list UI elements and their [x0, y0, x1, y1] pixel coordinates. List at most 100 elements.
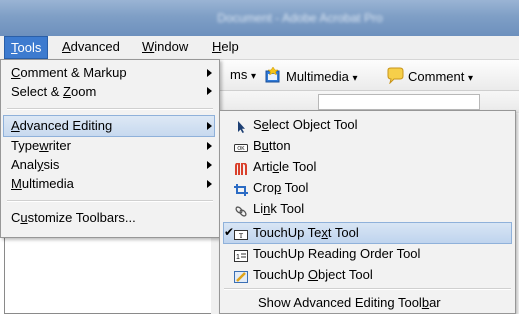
customize-label-pre: C: [11, 210, 21, 225]
menu-help-label: elp: [221, 39, 239, 54]
menu-item-select-zoom[interactable]: Select & Zoom: [11, 82, 96, 102]
menu-item-touchup-text-tool[interactable]: T TouchUp Text Tool: [234, 223, 359, 243]
button-tool-icon: OK: [234, 140, 248, 152]
menu-item-button[interactable]: OK Button: [234, 136, 291, 156]
typewriter-label: riter: [48, 138, 71, 153]
menu-window[interactable]: Window: [136, 36, 194, 59]
advanced-editing-accelerator: A: [11, 118, 20, 133]
analysis-label: sis: [43, 157, 60, 172]
forms-dropdown-icon: ▾: [250, 71, 256, 82]
link-tool-label-pre: Li: [253, 201, 264, 216]
forms-button-label: ms: [230, 67, 248, 82]
select-object-label-pre: S: [253, 117, 262, 132]
button-tool-label: tton: [268, 138, 291, 153]
comment-markup-accelerator: C: [11, 65, 21, 80]
show-toolbar-accelerator: b: [421, 295, 430, 310]
submenu-arrow-icon: [207, 180, 212, 188]
document-panel: [4, 236, 212, 314]
title-bar: Document - Adobe Acrobat Pro: [0, 0, 519, 36]
comment-markup-label: omment & Markup: [20, 65, 127, 80]
show-toolbar-label-pre: Show Advanced Editing Tool: [258, 295, 422, 310]
menu-separator: [7, 200, 213, 202]
comment-icon: [386, 66, 404, 89]
touchup-object-label: bject Tool: [318, 267, 373, 282]
show-toolbar-label: ar: [429, 295, 441, 310]
menu-item-crop-tool[interactable]: Crop Tool: [234, 178, 308, 198]
touchup-object-label-pre: TouchUp: [253, 267, 308, 282]
menu-advanced[interactable]: Advanced: [56, 36, 126, 59]
toolbar-input-field[interactable]: [318, 94, 480, 110]
window-title: Document - Adobe Acrobat Pro: [217, 11, 383, 25]
analysis-label-pre: Anal: [11, 157, 38, 172]
touchup-object-icon: [234, 269, 248, 283]
comment-button-label: Comment: [408, 68, 465, 84]
menu-tools[interactable]: Tools: [4, 36, 49, 59]
advanced-editing-label: dvanced Editing: [19, 118, 113, 133]
advanced-editing-submenu: ✔ Select Object Tool OK Button Article T…: [219, 110, 516, 314]
multimedia-dropdown-icon: ▾: [352, 72, 358, 84]
multimedia-button-label: Multimedia: [286, 68, 349, 84]
menu-item-comment-markup[interactable]: Comment & Markup: [11, 63, 127, 83]
submenu-arrow-icon: [207, 69, 212, 77]
crop-tool-label: Tool: [281, 180, 309, 195]
menu-item-customize-toolbars[interactable]: Customize Toolbars...: [11, 208, 136, 228]
touchup-text-label-pre: TouchUp Te: [253, 225, 322, 240]
select-zoom-label-pre: Select &: [11, 84, 64, 99]
touchup-reading-label: Order Tool: [356, 246, 421, 261]
menu-window-label: indow: [154, 39, 189, 54]
forms-button[interactable]: ms ▾: [230, 66, 256, 84]
touchup-text-icon: T: [234, 227, 248, 240]
menu-item-multimedia[interactable]: Multimedia: [11, 174, 74, 194]
link-tool-icon: [234, 203, 248, 217]
select-zoom-accelerator: Z: [63, 84, 71, 99]
article-tool-icon: [234, 161, 248, 175]
crop-tool-label-pre: Cro: [253, 180, 274, 195]
menu-help[interactable]: Help: [206, 36, 245, 59]
touchup-object-accelerator: O: [307, 267, 319, 282]
multimedia-menu-accelerator: M: [11, 176, 22, 191]
comment-dropdown-icon: ▾: [467, 72, 474, 84]
menu-tools-label: ools: [17, 40, 42, 55]
select-object-label: lect Object Tool: [268, 117, 358, 132]
menu-help-accelerator: H: [212, 39, 222, 54]
comment-button[interactable]: Comment ▾: [386, 66, 474, 85]
touchup-reading-order-icon: 1: [234, 248, 248, 262]
menu-advanced-accelerator: A: [62, 39, 71, 54]
article-tool-label-pre: Arti: [253, 159, 273, 174]
menu-item-touchup-reading-order-tool[interactable]: 1 TouchUp Reading Order Tool: [234, 244, 420, 264]
menu-item-touchup-object-tool[interactable]: TouchUp Object Tool: [234, 265, 373, 285]
menu-item-article-tool[interactable]: Article Tool: [234, 157, 316, 177]
menu-item-analysis[interactable]: Analysis: [11, 155, 59, 175]
menu-item-link-tool[interactable]: Link Tool: [234, 199, 304, 219]
multimedia-button[interactable]: Multimedia ▾: [264, 66, 358, 84]
select-zoom-label: oom: [70, 84, 97, 99]
select-object-icon: [234, 119, 248, 133]
touchup-reading-label-pre: TouchUp Readin: [253, 246, 350, 261]
submenu-separator: [224, 288, 511, 290]
link-tool-label: k Tool: [270, 201, 305, 216]
menu-advanced-label: dvanced: [70, 39, 120, 54]
menu-item-typewriter[interactable]: Typewriter: [11, 136, 71, 156]
submenu-arrow-icon: [207, 122, 212, 130]
select-object-accelerator: e: [261, 117, 269, 132]
typewriter-accelerator: w: [39, 138, 49, 153]
submenu-arrow-icon: [207, 161, 212, 169]
multimedia-icon: [264, 66, 282, 89]
article-tool-label: le Tool: [279, 159, 317, 174]
typewriter-label-pre: Type: [11, 138, 40, 153]
touchup-text-label: t Tool: [327, 225, 359, 240]
menu-window-accelerator: W: [142, 39, 155, 54]
menu-item-select-object-tool[interactable]: Select Object Tool: [234, 115, 358, 135]
menu-item-advanced-editing[interactable]: Advanced Editing: [11, 116, 112, 136]
customize-accelerator: u: [20, 210, 28, 225]
svg-text:T: T: [239, 232, 244, 240]
button-tool-label-pre: B: [253, 138, 262, 153]
submenu-arrow-icon: [207, 87, 212, 95]
svg-text:1: 1: [236, 254, 240, 261]
menu-separator: [7, 108, 213, 110]
menu-item-show-advanced-editing-toolbar[interactable]: Show Advanced Editing Toolbar: [258, 293, 441, 313]
multimedia-menu-label: ultimedia: [21, 176, 74, 191]
tools-menu: Comment & Markup Select & Zoom Advanced …: [0, 59, 220, 238]
svg-text:OK: OK: [237, 146, 245, 152]
customize-label: stomize Toolbars...: [27, 210, 136, 225]
